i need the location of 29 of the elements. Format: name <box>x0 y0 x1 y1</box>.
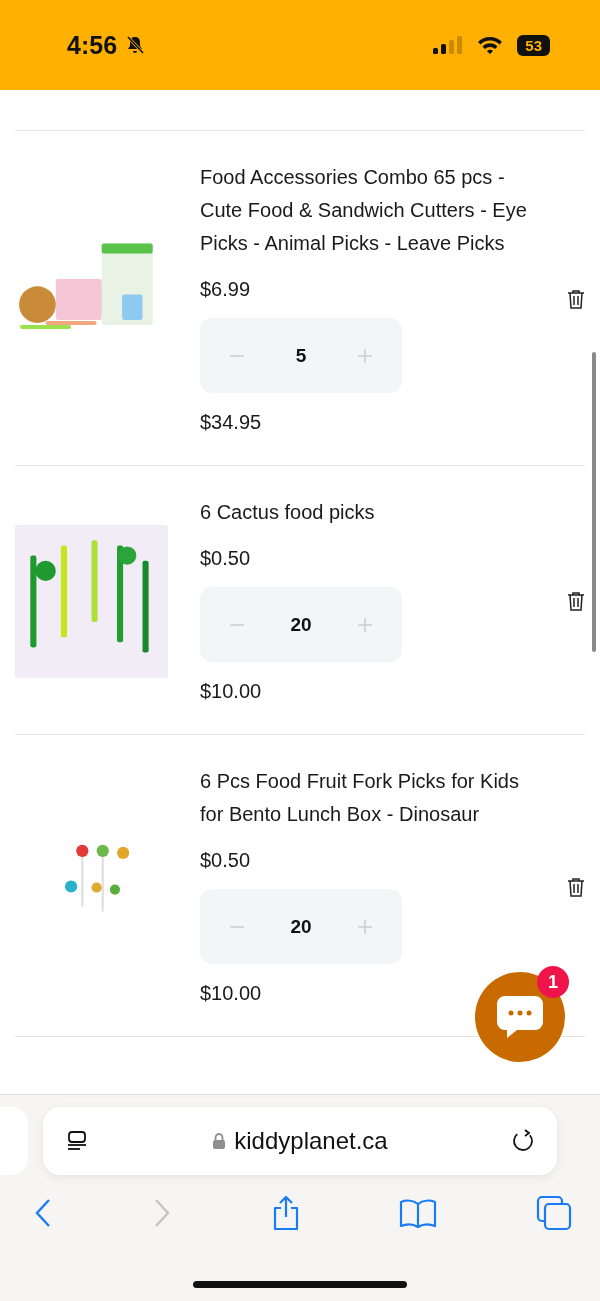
wifi-icon <box>477 35 504 55</box>
url-text: kiddyplanet.ca <box>234 1127 388 1155</box>
clock-time: 4:56 <box>67 30 118 60</box>
unit-price: $6.99 <box>200 277 251 302</box>
quantity-field[interactable]: 5 <box>295 344 307 367</box>
trash-icon[interactable] <box>567 876 585 897</box>
tabs-icon[interactable] <box>536 1195 572 1231</box>
reader-icon[interactable] <box>65 1129 89 1153</box>
quantity-field[interactable]: 20 <box>290 613 312 636</box>
quantity-field[interactable]: 20 <box>290 915 312 938</box>
reload-icon[interactable] <box>511 1129 535 1153</box>
lock-icon <box>212 1132 227 1150</box>
bookmarks-icon[interactable] <box>399 1198 438 1228</box>
product-title[interactable]: Food Accessories Combo 65 pcs - Cute Food & Sandwich Cutters - Eye Picks - Animal Picks - Leave Picks <box>200 161 532 260</box>
trash-icon[interactable] <box>567 591 585 611</box>
unit-price: $0.50 <box>200 546 251 571</box>
line-total: $10.00 <box>200 981 262 1006</box>
notification-badge: 1 <box>537 966 569 998</box>
unit-price: $0.50 <box>200 848 251 873</box>
trash-icon[interactable] <box>567 289 585 309</box>
chat-bubble-icon <box>495 994 545 1040</box>
product-title[interactable]: 6 Pcs Food Fruit Fork Picks for Kids for Bento Lunch Box - Dinosaur <box>200 765 532 831</box>
signal-icon <box>433 35 464 55</box>
battery-level: 53 <box>517 34 550 56</box>
address-bar[interactable]: kiddyplanet.ca <box>43 1107 557 1175</box>
line-total: $10.00 <box>200 679 262 704</box>
line-total: $34.95 <box>200 410 262 435</box>
back-icon[interactable] <box>33 1198 53 1228</box>
product-title[interactable]: 6 Cactus food picks <box>200 496 375 529</box>
